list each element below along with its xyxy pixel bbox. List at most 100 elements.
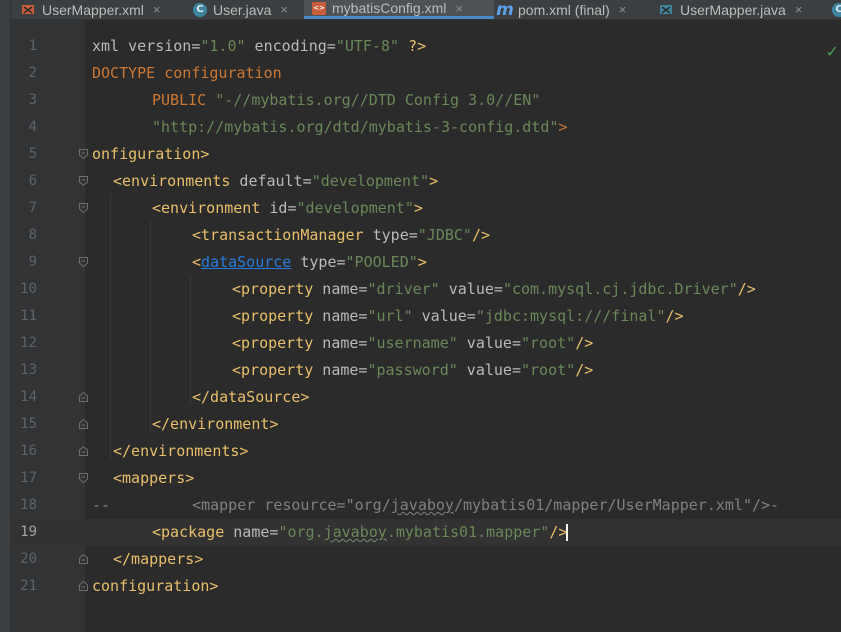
line-number: 11 bbox=[20, 308, 37, 324]
code-line-4[interactable]: "http://mybatis.org/dtd/mybatis-3-config… bbox=[152, 114, 567, 141]
tab-overflow[interactable]: C bbox=[832, 0, 841, 19]
code-token: /> bbox=[575, 334, 594, 352]
side-tool-strip[interactable] bbox=[0, 0, 11, 632]
fold-close-icon[interactable] bbox=[79, 446, 88, 456]
code-token: "jdbc:mysql:///final" bbox=[475, 307, 666, 325]
line-number: 14 bbox=[20, 389, 37, 405]
code-line-3[interactable]: PUBLIC "-//mybatis.org//DTD Config 3.0//… bbox=[152, 87, 540, 114]
code-token: <property bbox=[232, 280, 314, 298]
code-token: /> bbox=[471, 226, 491, 244]
code-line-13[interactable]: <property name="password" value="root"/> bbox=[232, 357, 593, 384]
fold-open-icon[interactable] bbox=[79, 149, 88, 159]
code-token: "org. bbox=[278, 523, 324, 541]
code-line-5[interactable]: onfiguration> bbox=[92, 141, 209, 168]
mapper-xml-icon bbox=[22, 3, 36, 17]
code-line-8[interactable]: <transactionManager type="JDBC"/> bbox=[192, 222, 490, 249]
line-number-current: 19 bbox=[20, 524, 37, 540]
code-token: <property bbox=[232, 307, 314, 325]
close-icon[interactable]: × bbox=[280, 2, 288, 17]
close-icon[interactable]: × bbox=[153, 2, 161, 17]
code-token: default= bbox=[230, 172, 312, 190]
code-token: <environment bbox=[152, 199, 261, 217]
code-token: <package bbox=[152, 523, 225, 541]
code-token: value= bbox=[439, 280, 503, 298]
code-line-12[interactable]: <property name="username" value="root"/> bbox=[232, 330, 593, 357]
tab-label: UserMapper.xml bbox=[42, 1, 144, 18]
code-line-17[interactable]: <mappers> bbox=[113, 465, 194, 492]
code-token: > bbox=[417, 253, 427, 271]
code-token: <property bbox=[232, 361, 314, 379]
code-token: /> bbox=[549, 523, 568, 541]
code-token: </dataSource> bbox=[192, 388, 310, 406]
code-line-9[interactable]: <dataSource type="POOLED"> bbox=[192, 249, 427, 276]
check-icon[interactable]: ✓ bbox=[826, 42, 839, 61]
code-token: </environments> bbox=[113, 442, 249, 460]
fold-open-icon[interactable] bbox=[79, 473, 88, 483]
tab-label: UserMapper.java bbox=[680, 1, 786, 18]
code-line-2[interactable]: DOCTYPE configuration bbox=[92, 60, 282, 87]
code-line-10[interactable]: <property name="driver" value="com.mysql… bbox=[232, 276, 756, 303]
fold-close-icon[interactable] bbox=[79, 554, 88, 564]
code-line-18[interactable]: -- <mapper resource="org/javaboy/mybatis0… bbox=[92, 492, 779, 519]
fold-open-icon[interactable] bbox=[79, 203, 88, 213]
code-token: PUBLIC bbox=[152, 91, 216, 109]
line-number: 7 bbox=[28, 200, 37, 216]
code-token: <property bbox=[232, 334, 314, 352]
code-token: /mybatis01/mapper/UserMapper.xml"/>- bbox=[453, 496, 780, 514]
code-line-1[interactable]: xml version="1.0" encoding="UTF-8" ?> bbox=[92, 33, 426, 60]
code-token: "UTF-8" bbox=[335, 37, 400, 55]
code-token: /> bbox=[575, 361, 594, 379]
code-line-20[interactable]: </mappers> bbox=[113, 546, 203, 573]
datasource-link[interactable]: dataSource bbox=[201, 253, 291, 271]
code-token: "root" bbox=[521, 334, 576, 352]
code-line-6[interactable]: <environments default="development"> bbox=[113, 168, 438, 195]
code-token: > bbox=[558, 118, 568, 136]
code-token: javaboy bbox=[390, 496, 454, 514]
code-token: <transactionManager bbox=[192, 226, 364, 244]
code-line-16[interactable]: </environments> bbox=[113, 438, 248, 465]
code-token: "username" bbox=[367, 334, 458, 352]
tab-usermapper-xml[interactable]: UserMapper.xml × bbox=[22, 0, 161, 19]
close-icon[interactable]: × bbox=[795, 2, 803, 17]
line-number: 17 bbox=[20, 470, 37, 486]
fold-close-icon[interactable] bbox=[79, 419, 88, 429]
code-line-14[interactable]: </dataSource> bbox=[192, 384, 309, 411]
fold-close-icon[interactable] bbox=[79, 392, 88, 402]
code-line-21[interactable]: configuration> bbox=[92, 573, 218, 600]
line-number: 8 bbox=[28, 227, 37, 243]
code-token: <environments bbox=[113, 172, 231, 190]
line-number: 3 bbox=[28, 92, 37, 108]
tab-pom-xml[interactable]: m pom.xml (final) × bbox=[496, 0, 627, 19]
code-token: DOCTYPE configuration bbox=[92, 64, 282, 82]
code-token: "development" bbox=[296, 199, 414, 217]
fold-close-icon[interactable] bbox=[79, 581, 88, 591]
code-line-11[interactable]: <property name="url" value="jdbc:mysql:/… bbox=[232, 303, 684, 330]
tab-label: User.java bbox=[213, 1, 272, 18]
java-class-icon: C bbox=[832, 2, 841, 17]
tab-usermapper-java[interactable]: UserMapper.java × bbox=[660, 0, 802, 19]
code-token: type= bbox=[291, 253, 346, 271]
code-token: "development" bbox=[311, 172, 430, 190]
line-number: 21 bbox=[20, 578, 37, 594]
code-line-7[interactable]: <environment id="development"> bbox=[152, 195, 423, 222]
indent-guide bbox=[190, 275, 191, 405]
code-token: <mappers> bbox=[113, 469, 195, 487]
line-number: 4 bbox=[28, 119, 37, 135]
indent-guide bbox=[150, 221, 151, 432]
close-icon[interactable]: × bbox=[455, 1, 463, 16]
editor-tab-bar: UserMapper.xml × C User.java × <> mybati… bbox=[0, 0, 841, 20]
code-line-19[interactable]: <package name="org.javaboy.mybatis01.map… bbox=[152, 519, 569, 546]
tab-user-java[interactable]: C User.java × bbox=[193, 0, 288, 19]
line-number: 10 bbox=[20, 281, 37, 297]
fold-open-icon[interactable] bbox=[79, 176, 88, 186]
tab-mybatisconfig-xml[interactable]: <> mybatisConfig.xml × bbox=[304, 0, 494, 19]
line-number: 1 bbox=[28, 38, 37, 54]
code-token: xml version= bbox=[92, 37, 201, 55]
code-token: name= bbox=[224, 523, 279, 541]
fold-open-icon[interactable] bbox=[79, 257, 88, 267]
close-icon[interactable]: × bbox=[619, 2, 627, 17]
code-line-15[interactable]: </environment> bbox=[152, 411, 278, 438]
code-token: "POOLED" bbox=[345, 253, 418, 271]
code-token: "driver" bbox=[367, 280, 440, 298]
line-number: 12 bbox=[20, 335, 37, 351]
